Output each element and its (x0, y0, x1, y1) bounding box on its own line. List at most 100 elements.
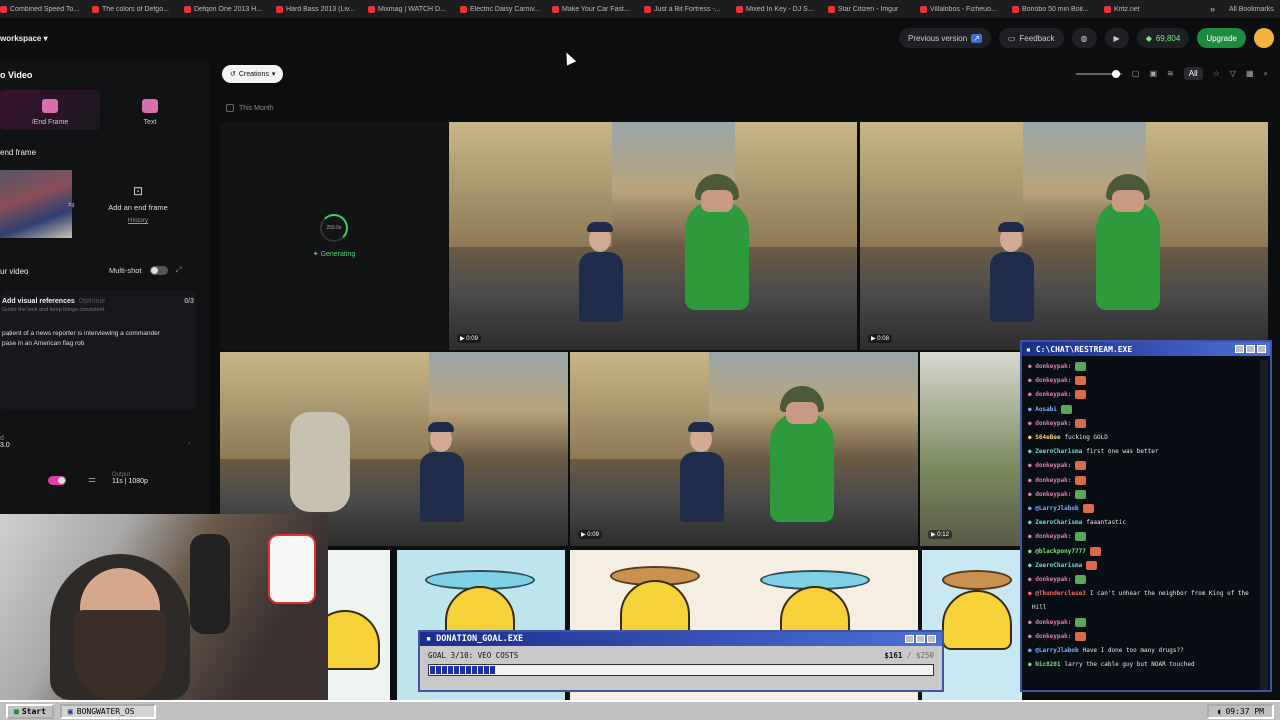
bookmark-item[interactable]: The colors of Defgo... (92, 5, 184, 13)
start-label: Start (21, 706, 46, 716)
favicon-icon (1104, 5, 1111, 13)
month-filter[interactable]: This Month (226, 104, 274, 112)
multishot-row: Multi-shot ⤢ (109, 265, 182, 275)
tab-start-end-frame[interactable]: /End Frame (0, 90, 100, 130)
output-selector[interactable]: Output 11s | 1080p (112, 472, 148, 485)
add-end-frame-button[interactable]: ⊡ Add an end frame History (80, 166, 196, 242)
maximize-button[interactable] (916, 635, 925, 643)
all-bookmarks-button[interactable]: All Bookmarks (1229, 6, 1280, 13)
video-tile[interactable]: ▶ 0:09 (449, 122, 857, 350)
upgrade-label: Upgrade (1206, 33, 1237, 43)
favicon-icon (644, 5, 651, 13)
model-selector[interactable]: d 3.0 (0, 435, 10, 449)
tab-text[interactable]: Text (100, 90, 200, 130)
video-filter-icon[interactable]: ▣ (1149, 69, 1157, 78)
prompt-box[interactable]: Add visual references Optional 0/3 Guide… (0, 290, 196, 410)
bookmark-item[interactable]: Kritz.net (1104, 5, 1196, 13)
speaker-icon: ◖ (1216, 706, 1222, 716)
optional-tag: Optional (78, 298, 105, 305)
progress-spinner: 259.0s (320, 214, 348, 242)
model-label: d (0, 435, 4, 442)
bookmark-item[interactable]: Hard Bass 2013 (Liv... (276, 5, 368, 13)
bookmark-item[interactable]: Mixed In Key - DJ S... (736, 5, 828, 13)
chat-username: ZeeroCharisma (1035, 519, 1083, 527)
chat-text: fucking GOLD (1064, 434, 1108, 442)
workspace-label: workspace (0, 34, 42, 43)
youtube-icon: ▶ (1113, 33, 1120, 43)
settings-sliders-icon[interactable]: ⚌ (88, 474, 96, 485)
image-filter-icon[interactable]: ▢ (1132, 69, 1140, 78)
more-bookmarks-button[interactable]: » (1196, 4, 1229, 14)
video-tile[interactable]: ▶ 0:08 (860, 122, 1268, 350)
prompt-text[interactable]: patient of a news reporter is interviewi… (2, 329, 194, 349)
donation-info-row: GOAL 3/10: VEO COSTS $161 / $250 (420, 646, 942, 662)
discord-button[interactable]: ◍ (1071, 28, 1097, 48)
chat-message: ● donkeypak: (1028, 417, 1256, 431)
creations-filter-button[interactable]: ↺ Creations ▾ (222, 65, 284, 83)
audio-toggle[interactable] (48, 476, 66, 485)
all-filter-button[interactable]: All (1183, 67, 1203, 80)
bookmark-item[interactable]: Just a Bit Fortress -... (644, 5, 736, 13)
zoom-slider[interactable] (1075, 69, 1122, 78)
image-add-icon: ⊡ (132, 184, 144, 198)
credits-badge[interactable]: ◆ 69,804 (1136, 28, 1190, 48)
video-tile[interactable]: ▶ 0:12 (920, 352, 1020, 546)
reporter-figure (990, 222, 1034, 322)
section-title: end frame (0, 148, 37, 157)
close-button[interactable] (927, 635, 936, 643)
bookmark-item[interactable]: Bonobo 50 min Boil... (1012, 5, 1104, 13)
chat-username: donkeypak: (1035, 476, 1072, 484)
minimize-button[interactable] (1235, 345, 1244, 353)
history-link[interactable]: History (128, 217, 148, 224)
upgrade-button[interactable]: Upgrade (1197, 28, 1246, 48)
emote-icon (1075, 631, 1087, 641)
bookmark-item[interactable]: Combined Speed To... (0, 5, 92, 13)
chat-username: donkeypak: (1035, 391, 1072, 399)
emote-icon (1075, 362, 1087, 371)
minimize-button[interactable] (905, 635, 914, 643)
grid-icon[interactable]: ▦ (1246, 69, 1254, 78)
star-icon[interactable]: ☆ (1213, 69, 1220, 78)
expand-icon[interactable]: ⤢ (176, 265, 182, 275)
start-button[interactable]: ■ Start (6, 703, 54, 719)
streamer-figure (50, 554, 190, 700)
donation-progress-bar (428, 664, 934, 676)
duration-badge: ▶ 0:09 (457, 334, 481, 343)
start-frame-thumbnail[interactable] (0, 170, 72, 238)
close-button[interactable] (1257, 345, 1266, 353)
video-tile[interactable]: ▶ 0:09 (570, 352, 918, 546)
swap-icon[interactable]: ⇆ (68, 200, 75, 209)
search-icon[interactable]: ⌕ (1264, 69, 1268, 79)
audio-filter-icon[interactable]: ≋ (1167, 69, 1174, 78)
chat-username: ZeeroCharisma (1035, 561, 1083, 569)
bookmark-item[interactable]: Star Citizen - Imgur (828, 5, 920, 13)
workspace-selector[interactable]: workspace ▾ (0, 34, 48, 43)
feedback-button[interactable]: ▭ Feedback (998, 28, 1064, 48)
visual-refs-row[interactable]: Add visual references Optional 0/3 (2, 298, 194, 305)
taskbar-window-item[interactable]: ▣ BONGWATER_OS (59, 703, 156, 719)
chat-username: donkeypak: (1035, 490, 1072, 498)
chat-scrollbar[interactable] (1260, 360, 1268, 690)
chat-text: Have I done too many drugs?? (1082, 647, 1184, 655)
multishot-toggle[interactable] (149, 265, 168, 275)
checkbox[interactable] (226, 104, 234, 112)
avatar[interactable] (1254, 28, 1274, 48)
previous-version-button[interactable]: Previous version ↗ (899, 28, 991, 48)
maximize-button[interactable] (1246, 345, 1255, 353)
bookmark-item[interactable]: Make Your Car Fast... (552, 5, 644, 13)
bookmark-item[interactable]: Electric Daisy Carniv... (460, 5, 552, 13)
filter-icon[interactable]: ▽ (1230, 69, 1236, 78)
youtube-button[interactable]: ▶ (1104, 28, 1129, 48)
chat-username: Nic8201 (1035, 661, 1061, 669)
chat-username: @blackpony7777 (1035, 547, 1086, 555)
bookmark-item[interactable]: Villalobos - Fizheuo... (920, 5, 1012, 13)
chat-message: ● donkeypak: (1028, 573, 1256, 587)
bookmark-item[interactable]: Defqon One 2013 H... (184, 5, 276, 13)
reporter-figure (420, 422, 464, 522)
credits-count: 69,804 (1155, 33, 1181, 43)
favicon-icon (0, 5, 7, 13)
bookmark-item[interactable]: Mixmag | WATCH D... (368, 5, 460, 13)
chat-message: ● donkeypak: (1028, 459, 1256, 473)
building (570, 352, 710, 459)
emote-icon (1089, 546, 1101, 556)
